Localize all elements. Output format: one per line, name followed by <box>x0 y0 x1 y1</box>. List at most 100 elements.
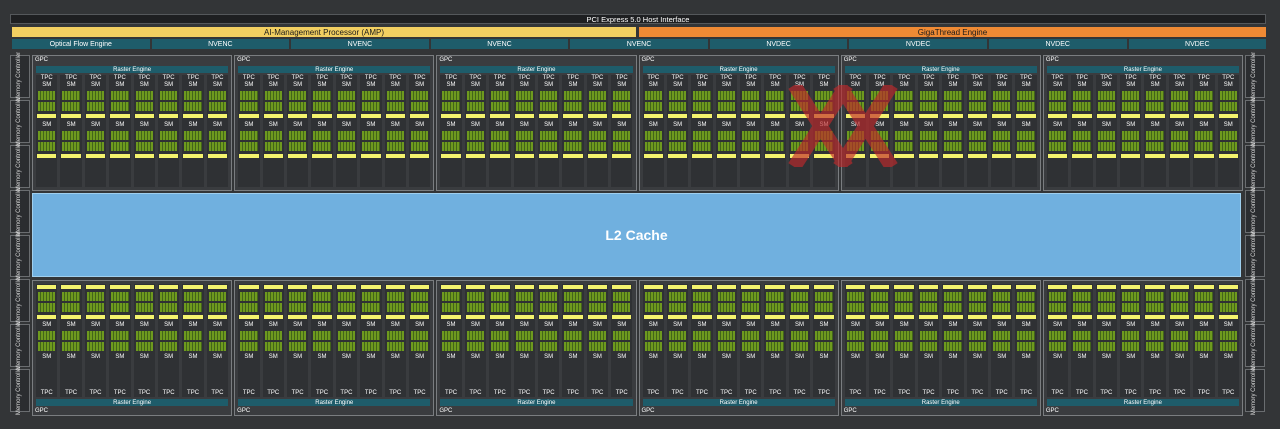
sm-label: SM <box>746 354 756 360</box>
raster-engine: Raster Engine <box>440 399 633 406</box>
sm-label: SM <box>1021 122 1031 128</box>
sm-cache-bar <box>490 114 510 118</box>
tpc-label: TPC <box>211 75 224 81</box>
sm-cores <box>86 303 105 312</box>
sm-cache-bar <box>490 315 510 319</box>
tpc-block: TPC SM SM <box>335 75 358 187</box>
tpc-label: TPC <box>849 390 862 396</box>
sm-cores <box>1017 91 1035 100</box>
sm-label: SM <box>1021 354 1031 360</box>
sm-label: SM <box>268 322 278 328</box>
sm-label: SM <box>495 82 505 88</box>
sm-cache-bar <box>207 285 228 289</box>
sm-cores <box>442 131 460 140</box>
sm-cache-bar <box>538 285 559 289</box>
sm-cores <box>1170 331 1189 340</box>
gpc-block: GPC Raster Engine TPC SM SM TPC SM SM TPC SM SM TPC… <box>32 280 233 416</box>
gpc-label: GPC <box>439 57 453 63</box>
sm-cores <box>491 292 509 301</box>
sm-label: SM <box>390 322 400 328</box>
sm-cores <box>410 303 429 312</box>
tpc-block: TPC SM SM <box>84 284 107 397</box>
sm-cores <box>1048 303 1067 312</box>
sm-cores <box>38 331 56 340</box>
sm-cache-bar <box>1047 315 1068 319</box>
sm-cache-bar <box>110 315 130 319</box>
sm-cores <box>944 91 962 100</box>
sm-label: SM <box>188 122 198 128</box>
sm-cache-bar <box>992 315 1012 319</box>
sm-label: SM <box>317 322 327 328</box>
sm-cores <box>588 91 607 100</box>
sm-cores <box>644 342 662 351</box>
sm-cores <box>588 142 607 151</box>
sm-cache-bar <box>134 114 154 118</box>
tpc-label: TPC <box>995 75 1008 81</box>
sm-label: SM <box>212 122 222 128</box>
sm-cache-bar <box>514 154 534 158</box>
sm-cores <box>1170 102 1189 111</box>
sm-label: SM <box>997 322 1007 328</box>
sm-cores <box>1219 142 1237 151</box>
sm-cores <box>313 303 331 312</box>
sm-cache-bar <box>741 315 761 319</box>
tpc-label: TPC <box>389 75 402 81</box>
sm-cache-bar <box>207 315 228 319</box>
sm-cores <box>919 91 938 100</box>
sm-cores <box>993 331 1011 340</box>
sm-label: SM <box>997 354 1007 360</box>
sm-label: SM <box>924 82 934 88</box>
sm-cache-bar <box>643 114 663 118</box>
sm-cache-bar <box>361 315 381 319</box>
tpc-label: TPC <box>1197 75 1210 81</box>
tpc-block: TPC SM SM <box>586 284 609 397</box>
sm-cores <box>135 102 153 111</box>
sm-label: SM <box>673 322 683 328</box>
sm-cache-bar <box>1145 315 1165 319</box>
sm-cache-bar <box>1145 154 1165 158</box>
engine-0: Optical Flow Engine <box>12 39 150 49</box>
sm-cache-bar <box>563 154 583 158</box>
sm-cores <box>515 342 533 351</box>
sm-cache-bar <box>1121 285 1141 289</box>
sm-cores <box>1170 142 1189 151</box>
sm-cores <box>410 91 429 100</box>
sm-cores <box>1146 102 1164 111</box>
tpc-label: TPC <box>138 390 151 396</box>
sm-label: SM <box>1150 122 1160 128</box>
sm-cache-bar <box>845 315 866 319</box>
sm-cache-bar <box>943 114 963 118</box>
sm-label: SM <box>1223 354 1233 360</box>
sm-cores <box>86 292 105 301</box>
tpc-block: TPC SM SM <box>1046 75 1069 187</box>
sm-cores <box>1195 102 1213 111</box>
tpc-label: TPC <box>849 75 862 81</box>
sm-label: SM <box>875 322 885 328</box>
tpc-block: TPC SM SM <box>844 284 867 397</box>
tpc-block: TPC SM SM <box>917 75 940 187</box>
sm-cores <box>38 131 56 140</box>
tpc-label: TPC <box>40 390 53 396</box>
sm-cores <box>871 342 889 351</box>
sm-cache-bar <box>587 285 608 289</box>
sm-cores <box>410 342 429 351</box>
sm-cores <box>539 292 558 301</box>
sm-cache-bar <box>692 315 712 319</box>
sm-cores <box>1146 292 1164 301</box>
tpc-block: TPC SM SM <box>360 75 382 187</box>
tpc-label: TPC <box>817 75 830 81</box>
sm-cores <box>968 131 987 140</box>
raster-engine: Raster Engine <box>1046 66 1240 73</box>
sm-label: SM <box>1077 82 1087 88</box>
sm-label: SM <box>268 82 278 88</box>
sm-cores <box>693 331 711 340</box>
sm-cores <box>135 342 153 351</box>
sm-label: SM <box>1175 354 1184 360</box>
sm-cores <box>717 142 736 151</box>
sm-cache-bar <box>1072 285 1092 289</box>
sm-cores <box>240 91 258 100</box>
sm-label: SM <box>317 82 327 88</box>
sm-cores <box>1097 142 1116 151</box>
sm-cache-bar <box>1218 154 1238 158</box>
tpc-label: TPC <box>898 390 911 396</box>
